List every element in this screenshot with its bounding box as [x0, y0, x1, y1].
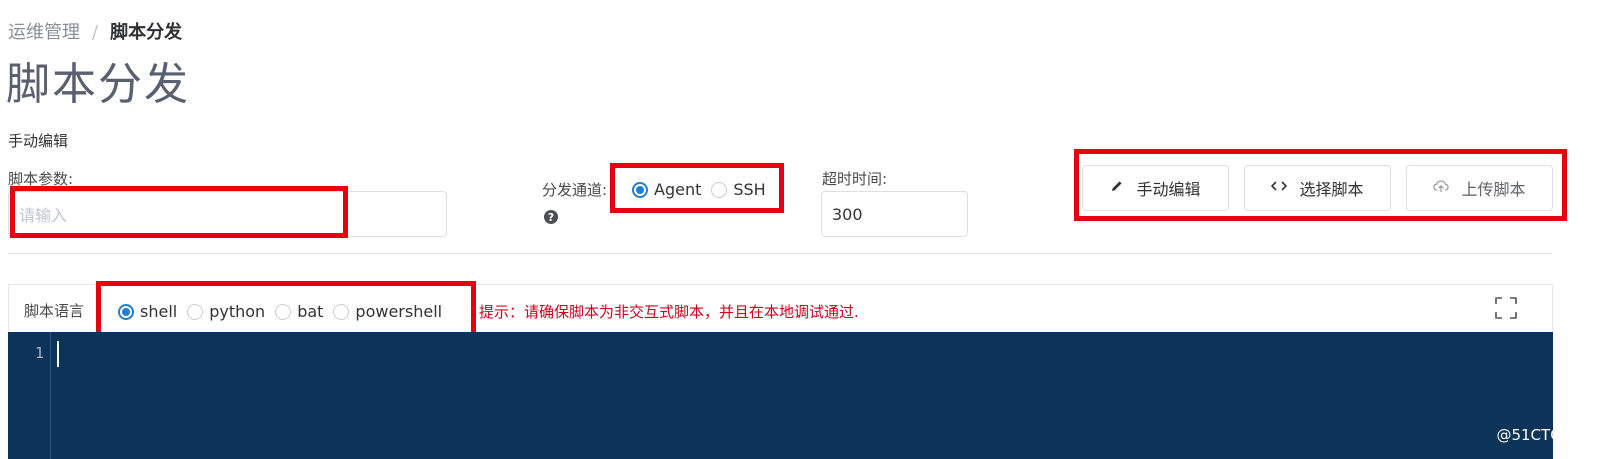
- timeout-value: 300: [832, 204, 863, 224]
- channel-radio-group: Agent SSH: [632, 180, 776, 199]
- timeout-input[interactable]: 300: [821, 191, 968, 237]
- language-option-label: powershell: [355, 302, 443, 321]
- script-language-label: 脚本语言: [24, 302, 85, 320]
- language-option-label: bat: [297, 302, 324, 321]
- manual-edit-label: 手动编辑: [1136, 180, 1201, 199]
- line-gutter: 1: [8, 332, 51, 459]
- language-option-python[interactable]: python: [187, 302, 265, 321]
- script-params-label: 脚本参数:: [8, 170, 74, 188]
- breadcrumb: 运维管理 / 脚本分发: [8, 18, 182, 44]
- language-option-bat[interactable]: bat: [275, 302, 323, 321]
- timeout-label: 超时时间:: [822, 170, 888, 188]
- radio-checked-icon: [118, 303, 134, 320]
- breadcrumb-parent[interactable]: 运维管理: [8, 22, 80, 43]
- language-radio-group: shell python bat powershell: [118, 302, 452, 321]
- select-script-label: 选择脚本: [1299, 180, 1364, 199]
- upload-script-label: 上传脚本: [1461, 180, 1526, 199]
- upload-script-button[interactable]: 上传脚本: [1406, 165, 1553, 211]
- page-title: 脚本分发: [6, 59, 190, 110]
- code-icon: [1271, 180, 1288, 196]
- fullscreen-icon[interactable]: [1495, 297, 1517, 319]
- radio-checked-icon: [632, 181, 648, 198]
- language-option-shell[interactable]: shell: [118, 302, 177, 321]
- channel-option-agent[interactable]: Agent: [632, 180, 701, 199]
- radio-unchecked-icon: [275, 303, 292, 320]
- manual-edit-button[interactable]: 手动编辑: [1082, 165, 1229, 211]
- breadcrumb-separator: /: [92, 22, 99, 43]
- script-params-placeholder: 请输入: [19, 206, 68, 225]
- divider: [8, 253, 1552, 254]
- channel-option-ssh[interactable]: SSH: [711, 180, 766, 199]
- language-option-label: shell: [140, 302, 178, 321]
- script-params-input[interactable]: 请输入: [8, 191, 447, 237]
- channel-label: 分发通道:: [542, 181, 608, 199]
- watermark: @51CTO博客: [1496, 426, 1592, 444]
- language-option-powershell[interactable]: powershell: [333, 302, 442, 321]
- breadcrumb-current: 脚本分发: [110, 22, 183, 43]
- pencil-icon: [1110, 179, 1124, 197]
- radio-unchecked-icon: [187, 303, 204, 320]
- question-circle-icon[interactable]: ?: [544, 210, 558, 224]
- radio-unchecked-icon: [333, 303, 350, 320]
- code-editor[interactable]: 1: [8, 332, 1553, 459]
- cloud-upload-icon: [1433, 179, 1450, 197]
- select-script-button[interactable]: 选择脚本: [1244, 165, 1391, 211]
- channel-option-label: Agent: [654, 180, 702, 199]
- channel-option-label: SSH: [733, 180, 766, 199]
- line-number: 1: [34, 344, 44, 362]
- language-option-label: python: [209, 302, 266, 321]
- radio-unchecked-icon: [711, 181, 728, 198]
- text-cursor: [57, 341, 59, 367]
- tip-text: 提示：请确保脚本为非交互式脚本，并且在本地调试通过.: [479, 303, 859, 321]
- section-label: 手动编辑: [8, 132, 69, 150]
